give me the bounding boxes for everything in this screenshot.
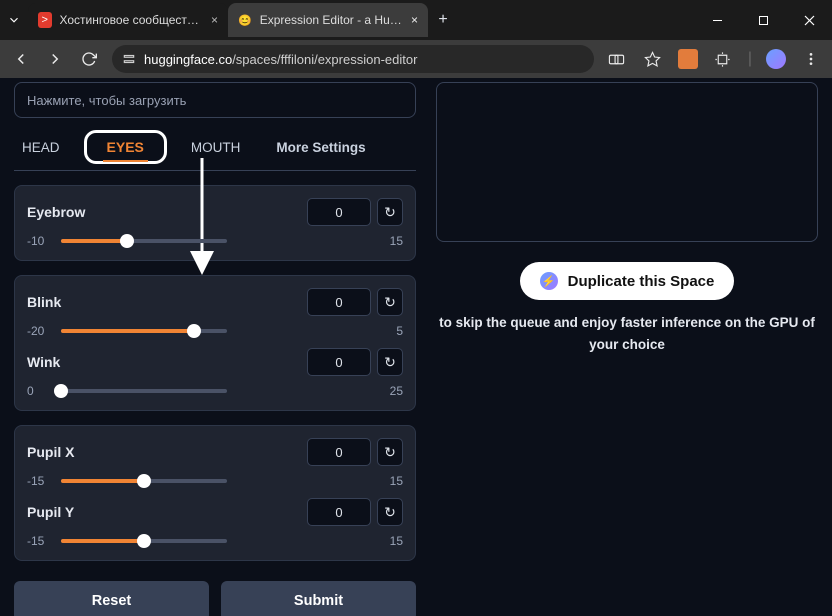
reload-button[interactable] <box>78 51 100 67</box>
value-pupily[interactable]: 0 <box>307 498 371 526</box>
settings-tabs: HEAD EYES MOUTH More Settings <box>14 126 416 171</box>
min-eyebrow: -10 <box>27 234 51 248</box>
minimize-button[interactable] <box>694 0 740 40</box>
back-button[interactable] <box>10 50 32 68</box>
label-wink: Wink <box>27 354 60 370</box>
max-pupily: 15 <box>237 534 403 548</box>
tab-dropdown[interactable] <box>0 13 28 27</box>
reset-pupilx[interactable]: ↻ <box>377 438 403 466</box>
min-wink: 0 <box>27 384 51 398</box>
reset-pupily[interactable]: ↻ <box>377 498 403 526</box>
favicon-1: 😊 <box>238 12 252 28</box>
tab-title-0: Хостинговое сообщество «Tim <box>60 13 203 27</box>
translate-icon[interactable] <box>606 51 628 68</box>
close-tab-icon[interactable]: × <box>211 13 218 27</box>
url-host: huggingface.co <box>144 52 232 67</box>
label-blink: Blink <box>27 294 61 310</box>
value-pupilx[interactable]: 0 <box>307 438 371 466</box>
upload-area[interactable]: Нажмите, чтобы загрузить <box>14 82 416 118</box>
duplicate-space-button[interactable]: ⚡ Duplicate this Space <box>520 262 735 300</box>
tab-mouth[interactable]: MOUTH <box>183 134 249 161</box>
value-wink[interactable]: 0 <box>307 348 371 376</box>
min-pupily: -15 <box>27 534 51 548</box>
favicon-0: > <box>38 12 52 28</box>
close-window-button[interactable] <box>786 0 832 40</box>
slider-wink[interactable] <box>61 384 227 398</box>
max-eyebrow: 15 <box>237 234 403 248</box>
max-pupilx: 15 <box>237 474 403 488</box>
group-blink-wink: Blink 0 ↻ -20 5 Wink <box>14 275 416 411</box>
site-settings-icon <box>122 52 136 66</box>
tab-more-settings[interactable]: More Settings <box>268 134 373 161</box>
helper-text: to skip the queue and enjoy faster infer… <box>436 312 818 355</box>
bookmark-icon[interactable] <box>642 51 664 68</box>
browser-tab-0[interactable]: > Хостинговое сообщество «Tim × <box>28 3 228 37</box>
browser-toolbar: huggingface.co/spaces/fffiloni/expressio… <box>0 40 832 78</box>
slider-pupily[interactable] <box>61 534 227 548</box>
output-preview <box>436 82 818 242</box>
reset-button[interactable]: Reset <box>14 581 209 616</box>
reset-eyebrow[interactable]: ↻ <box>377 198 403 226</box>
browser-tab-1[interactable]: 😊 Expression Editor - a Hugging F × <box>228 3 428 37</box>
value-blink[interactable]: 0 <box>307 288 371 316</box>
min-blink: -20 <box>27 324 51 338</box>
label-pupilx: Pupil X <box>27 444 74 460</box>
tab-title-1: Expression Editor - a Hugging F <box>260 13 403 27</box>
bolt-icon: ⚡ <box>540 272 558 290</box>
extensions-icon[interactable] <box>712 51 734 68</box>
url-path: /spaces/fffiloni/expression-editor <box>232 52 417 67</box>
min-pupilx: -15 <box>27 474 51 488</box>
profile-avatar[interactable] <box>766 49 786 69</box>
submit-button[interactable]: Submit <box>221 581 416 616</box>
forward-button[interactable] <box>44 50 66 68</box>
address-bar[interactable]: huggingface.co/spaces/fffiloni/expressio… <box>112 45 594 73</box>
tab-eyes[interactable]: EYES <box>84 130 167 164</box>
max-wink: 25 <box>237 384 403 398</box>
browser-menu-icon[interactable] <box>800 51 822 67</box>
new-tab-button[interactable]: + <box>428 11 458 29</box>
browser-titlebar: > Хостинговое сообщество «Tim × 😊 Expres… <box>0 0 832 40</box>
reset-blink[interactable]: ↻ <box>377 288 403 316</box>
value-eyebrow[interactable]: 0 <box>307 198 371 226</box>
slider-pupilx[interactable] <box>61 474 227 488</box>
tab-head[interactable]: HEAD <box>14 134 68 161</box>
annotation-arrow <box>182 158 222 278</box>
slider-eyebrow[interactable] <box>61 234 227 248</box>
upload-hint: Нажмите, чтобы загрузить <box>27 93 186 108</box>
extension-metamask-icon[interactable] <box>678 49 698 69</box>
slider-blink[interactable] <box>61 324 227 338</box>
max-blink: 5 <box>237 324 403 338</box>
label-eyebrow: Eyebrow <box>27 204 85 220</box>
maximize-button[interactable] <box>740 0 786 40</box>
close-tab-icon[interactable]: × <box>411 13 418 27</box>
reset-wink[interactable]: ↻ <box>377 348 403 376</box>
label-pupily: Pupil Y <box>27 504 74 520</box>
group-pupil: Pupil X 0 ↻ -15 15 Pupil Y <box>14 425 416 561</box>
